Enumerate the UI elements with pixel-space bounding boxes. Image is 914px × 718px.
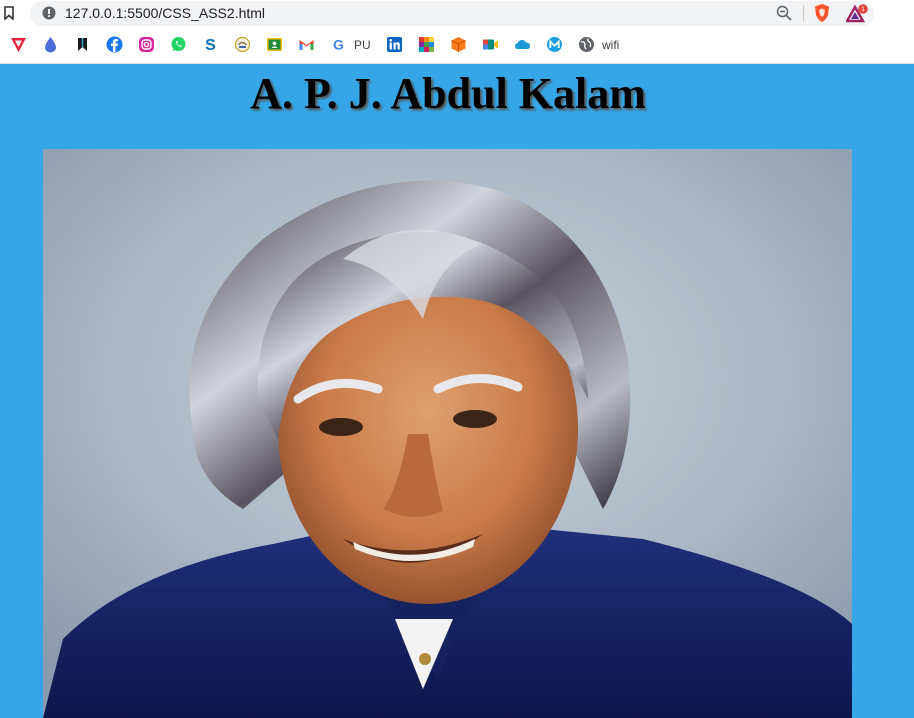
linkedin-icon[interactable]	[386, 36, 403, 53]
bookmarks-bar: S G PU wifi	[0, 28, 914, 64]
m-circle-icon[interactable]	[546, 36, 563, 53]
brave-rewards-icon[interactable]: 1	[846, 4, 868, 24]
meet-icon[interactable]	[482, 36, 499, 53]
portrait-image	[43, 149, 852, 718]
skype-icon[interactable]: S	[202, 36, 219, 53]
globe-icon[interactable]	[578, 36, 595, 53]
site-info-icon[interactable]	[42, 6, 56, 20]
whatsapp-icon[interactable]	[170, 36, 187, 53]
zoom-icon[interactable]	[776, 5, 792, 21]
box-icon[interactable]	[450, 36, 467, 53]
classroom-icon[interactable]	[266, 36, 283, 53]
brave-shields-icon[interactable]	[813, 3, 831, 23]
crest-icon[interactable]	[234, 36, 251, 53]
page-body: A. P. J. Abdul Kalam	[0, 64, 914, 718]
bookmark-label-wifi[interactable]: wifi	[602, 38, 619, 52]
instagram-icon[interactable]	[138, 36, 155, 53]
toolbar-separator	[803, 5, 804, 21]
svg-text:S: S	[205, 37, 216, 53]
bookmark-this-page-icon[interactable]	[4, 6, 14, 20]
bookmark-dark-icon[interactable]	[74, 36, 91, 53]
rewards-badge-count: 1	[861, 6, 865, 13]
colorful-grid-icon[interactable]	[418, 36, 435, 53]
cloud-icon[interactable]	[514, 36, 531, 53]
google-icon[interactable]: G	[330, 36, 347, 53]
svg-text:G: G	[333, 37, 344, 53]
vivaldi-icon[interactable]	[10, 36, 27, 53]
gmail-icon[interactable]	[298, 36, 315, 53]
bookmark-label-pu[interactable]: PU	[354, 38, 371, 52]
page-title: A. P. J. Abdul Kalam	[250, 69, 646, 118]
address-bar-row: 127.0.0.1:5500/CSS_ASS2.html 1	[0, 0, 914, 28]
facebook-icon[interactable]	[106, 36, 123, 53]
url-text[interactable]: 127.0.0.1:5500/CSS_ASS2.html	[65, 5, 265, 21]
pinterest-drop-icon[interactable]	[42, 36, 59, 53]
